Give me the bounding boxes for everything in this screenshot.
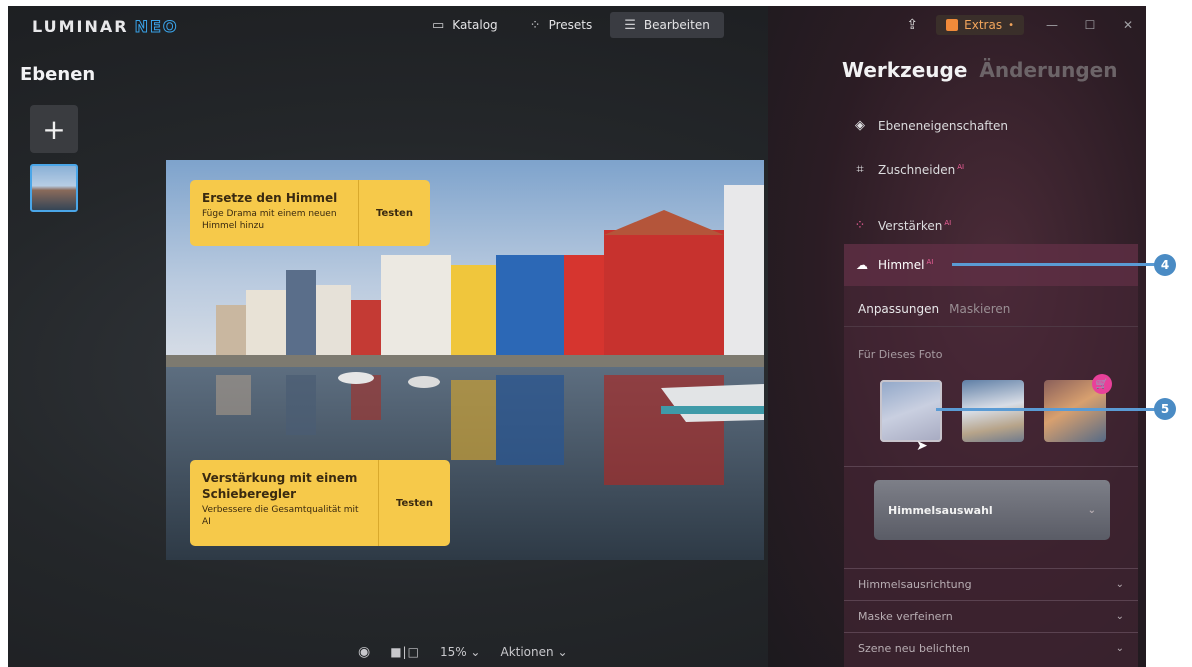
folder-icon: ▭: [432, 17, 445, 33]
zoom-dropdown[interactable]: 15% ⌄: [440, 645, 481, 659]
callout-4: 4: [1154, 254, 1176, 276]
chevron-down-icon: ⌄: [1115, 643, 1124, 654]
add-layer-button[interactable]: +: [30, 105, 78, 153]
panel-tabs: Werkzeuge Änderungen: [842, 58, 1117, 82]
tool-crop[interactable]: ⌗ Zuschneiden AI: [852, 162, 964, 177]
chevron-down-icon: ⌄: [1087, 504, 1096, 516]
app-window: LUMINAR NEO ▭ Katalog ⁘ Presets ☰ Bearbei…: [8, 6, 1146, 667]
promo-enhance-desc: Verbessere die Gesamtqualität mit AI: [202, 505, 359, 527]
sky-thumbnail-2[interactable]: [962, 380, 1024, 442]
eye-icon[interactable]: ◉: [358, 644, 370, 660]
tool-layer-properties[interactable]: ◈ Ebeneneigenschaften: [852, 118, 1008, 133]
callout-5: 5: [1154, 398, 1176, 420]
promo-sky-title: Ersetze den Himmel: [202, 191, 338, 205]
subtab-divider: [844, 326, 1138, 327]
mode-bearbeiten[interactable]: ☰ Bearbeiten: [610, 12, 724, 38]
callout-line-5: [936, 408, 1156, 411]
chevron-down-icon: ⌄: [1115, 611, 1124, 622]
promo-enhance-try-button[interactable]: Testen: [378, 460, 450, 546]
tab-aenderungen[interactable]: Änderungen: [979, 58, 1117, 82]
tools-panel: Werkzeuge Änderungen ◈ Ebeneneigenschaft…: [836, 6, 1146, 667]
cart-icon: 🛒: [1092, 374, 1112, 394]
sliders-icon: ☰: [624, 17, 636, 33]
crop-icon: ⌗: [856, 162, 864, 177]
app-logo: LUMINAR NEO: [32, 17, 179, 37]
subtab-adjustments[interactable]: Anpassungen: [858, 302, 939, 316]
sky-selection-dropdown[interactable]: Himmelsauswahl ⌄: [874, 480, 1110, 540]
promo-sky-desc: Füge Drama mit einem neuen Himmel hinzu: [202, 209, 337, 231]
cloud-icon: ☁: [856, 258, 868, 272]
section-divider: [844, 466, 1138, 467]
mode-presets[interactable]: ⁘ Presets: [516, 12, 607, 38]
mode-katalog[interactable]: ▭ Katalog: [418, 12, 512, 38]
promo-card-enhance: Verstärkung mit einem Schieberegler Verb…: [190, 460, 450, 546]
sky-thumbnails: ➤ 🛒: [880, 374, 1112, 454]
compare-icon[interactable]: ■|□: [390, 645, 420, 659]
mode-switcher: ▭ Katalog ⁘ Presets ☰ Bearbeiten: [418, 12, 724, 38]
tab-werkzeuge[interactable]: Werkzeuge: [842, 58, 967, 82]
promo-card-sky: Ersetze den Himmel Füge Drama mit einem …: [190, 180, 430, 246]
sky-tool-section: ☁ Himmel AI Anpassungen Maskieren Für Die…: [844, 244, 1138, 667]
layers-title: Ebenen: [20, 64, 96, 85]
section-sky-orientation[interactable]: Himmelsausrichtung ⌄: [844, 568, 1138, 600]
bottom-toolbar: ◉ ■|□ 15% ⌄ Aktionen ⌄: [358, 640, 568, 664]
sky-subtabs: Anpassungen Maskieren: [858, 302, 1010, 316]
subtab-masking[interactable]: Maskieren: [949, 302, 1010, 316]
sky-thumbnail-3[interactable]: 🛒: [1044, 374, 1112, 442]
photo-canvas[interactable]: Ersetze den Himmel Füge Drama mit einem …: [166, 160, 764, 560]
callout-line-4: [952, 263, 1156, 266]
sparkle-icon: ⁘: [529, 17, 541, 33]
actions-dropdown[interactable]: Aktionen ⌄: [500, 645, 567, 659]
promo-sky-try-button[interactable]: Testen: [358, 180, 430, 246]
layers-icon: ◈: [855, 118, 865, 133]
layer-thumbnail[interactable]: [30, 164, 78, 212]
sky-thumbnail-1[interactable]: ➤: [880, 380, 942, 454]
tool-enhance[interactable]: ⁘ Verstärken AI: [852, 218, 952, 233]
chevron-down-icon: ⌄: [1115, 579, 1124, 590]
section-refine-mask[interactable]: Maske verfeinern ⌄: [844, 600, 1138, 632]
sparkle-icon: ⁘: [854, 218, 866, 233]
for-this-photo-label: Für Dieses Foto: [858, 348, 943, 361]
section-relight-scene[interactable]: Szene neu belichten ⌄: [844, 632, 1138, 664]
promo-enhance-title: Verstärkung mit einem Schieberegler: [202, 471, 358, 501]
mouse-cursor-icon: ➤: [916, 438, 928, 454]
